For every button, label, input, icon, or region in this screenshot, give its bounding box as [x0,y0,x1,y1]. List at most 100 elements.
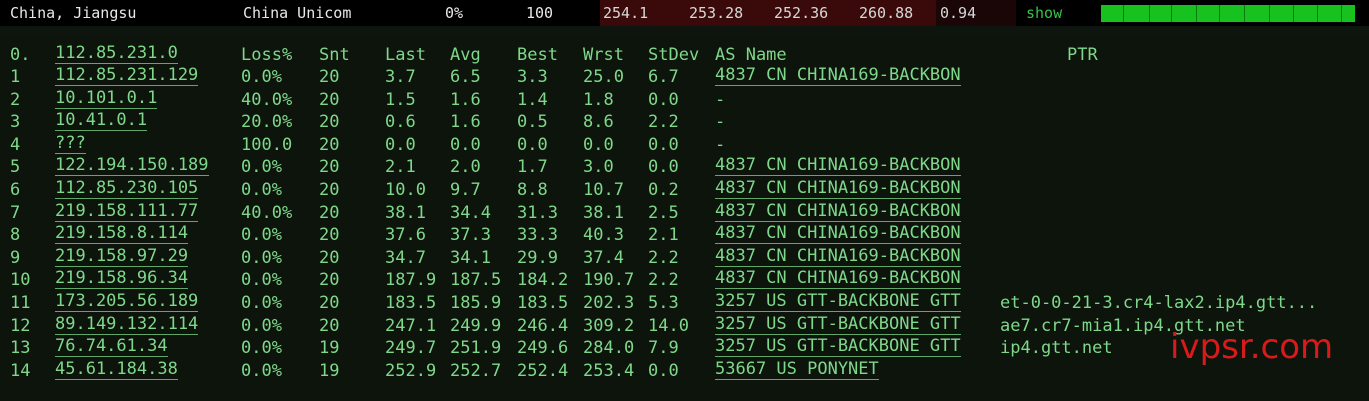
hop-as-link[interactable]: 4837 CN CHINA169-BACKBON [715,201,961,222]
hop-ip-link[interactable]: 219.158.97.29 [55,246,189,267]
hop-stdev: 5.3 [648,293,679,313]
hop-ptr: et-0-0-21-3.cr4-lax2.ip4.gtt... [1000,293,1318,313]
hop-ip-link[interactable]: 112.85.230.105 [55,179,199,199]
hop-number: 1 [10,67,21,87]
hop-sent: 20 [319,157,340,178]
hop-ip-link[interactable]: 89.149.132.114 [55,314,199,335]
header-last: Last [385,45,426,65]
hop-ptr: ip4.gtt.net [1000,338,1113,359]
hop-as-link: - [715,112,726,133]
hop-number: 10 [10,270,31,291]
hop-best: 246.4 [517,315,569,336]
hop-row: 14 45.61.184.38 0.0% 19 252.9 252.7 252.4 253.4… [0,359,1369,382]
hop-stdev: 0.0 [648,157,679,178]
hop-avg: 1.6 [450,112,481,133]
header-loss: Loss% [241,45,293,65]
hop-sent: 20 [319,202,340,223]
hop-as-link[interactable]: 4837 CN CHINA169-BACKBON [715,224,961,245]
hop-ip-link[interactable]: 10.41.0.1 [55,111,148,132]
hop-best: 33.3 [517,225,558,246]
hop-row: 5 122.194.150.189 0.0% 20 2.1 2.0 1.7 3.0 0.0 483… [0,156,1369,178]
hop-as-link[interactable]: 53667 US PONYNET [715,359,879,380]
hop-avg: 1.6 [450,89,481,110]
hop-stdev: 0.0 [648,89,679,110]
location-label: China, Jiangsu [10,4,137,22]
hop-last: 252.9 [385,360,437,381]
hop-as-link[interactable]: 4837 CN CHINA169-BACKBON [715,179,961,199]
hop-ip-link[interactable]: 10.101.0.1 [55,88,158,109]
hop-number: 6 [10,180,21,200]
hop-avg: 251.9 [450,338,502,359]
hop-best: 252.4 [517,360,569,381]
summary-worst: 260.88 [859,4,914,22]
header-ptr: PTR [1067,45,1098,65]
hop-ip-link[interactable]: 173.205.56.189 [55,292,199,312]
hop-worst: 202.3 [583,293,635,313]
hop-loss: 40.0% [241,202,293,223]
hop-last: 249.7 [385,338,437,359]
header-hop: 0. [10,45,31,65]
hop-avg: 34.1 [450,247,491,268]
summary-stdev: 0.94 [940,4,977,22]
watermark-logo: ivpsr.com [1170,327,1334,367]
hop-sent: 20 [319,89,340,110]
hop-loss: 40.0% [241,89,293,110]
header-ip[interactable]: 112.85.231.0 [55,44,178,64]
hop-avg: 185.9 [450,293,502,313]
hop-best: 8.8 [517,180,548,200]
summary-bar: China, Jiangsu China Unicom 0% 100 254.1… [0,0,1369,26]
hop-ip-link[interactable]: 219.158.96.34 [55,269,189,290]
hop-row: 10 219.158.96.34 0.0% 20 187.9 187.5 184.2 190.… [0,269,1369,291]
hop-last: 3.7 [385,67,416,87]
hop-as-link[interactable]: 4837 CN CHINA169-BACKBON [715,269,961,290]
hop-stdev: 2.5 [648,202,679,223]
hop-ip-link[interactable]: 45.61.184.38 [55,359,178,380]
hop-worst: 10.7 [583,180,624,200]
hop-stdev: 2.2 [648,247,679,268]
hop-sent: 20 [319,247,340,268]
hop-ip-link[interactable]: 219.158.8.114 [55,224,189,245]
hop-as-link[interactable]: 4837 CN CHINA169-BACKBON [715,156,961,177]
hop-worst: 37.4 [583,247,624,268]
hop-loss: 0.0% [241,315,282,336]
hop-avg: 6.5 [450,67,481,87]
hop-as-link[interactable]: 3257 US GTT-BACKBONE GTT [715,337,961,358]
hop-last: 183.5 [385,293,437,313]
summary-loss: 0% [445,4,464,22]
hop-stdev: 7.9 [648,338,679,359]
hop-as-link[interactable]: 3257 US GTT-BACKBONE GTT [715,314,961,335]
hop-last: 1.5 [385,89,416,110]
hop-loss: 0.0% [241,180,282,200]
hop-best: 1.7 [517,157,548,178]
hop-ip-link[interactable]: 122.194.150.189 [55,156,209,177]
hop-worst: 1.8 [583,89,614,110]
hop-last: 187.9 [385,270,437,291]
hop-number: 9 [10,247,21,268]
hop-ip-link[interactable]: ??? [55,133,86,154]
hop-as-link[interactable]: 4837 CN CHINA169-BACKBON [715,246,961,267]
hop-sent: 20 [319,270,340,291]
show-link[interactable]: show [1026,3,1062,23]
hop-last: 37.6 [385,225,426,246]
hop-row: 4??? 100.0 20 0.0 0.0 0.0 0.0 0.0 - [0,133,1369,156]
hop-loss: 0.0% [241,67,282,87]
hop-number: 2 [10,89,21,110]
hop-row: 11 173.205.56.189 0.0% 20 183.5 185.9 183.5 202… [0,292,1369,314]
hop-best: 0.5 [517,112,548,133]
hop-stdev: 0.2 [648,180,679,200]
hop-last: 0.0 [385,134,416,155]
hop-avg: 9.7 [450,180,481,200]
hop-best: 31.3 [517,202,558,223]
hop-ip-link[interactable]: 76.74.61.34 [55,337,168,358]
hop-worst: 8.6 [583,112,614,133]
hop-sent: 20 [319,112,340,133]
hop-as-link[interactable]: 4837 CN CHINA169-BACKBON [715,66,961,86]
hop-ip-link[interactable]: 219.158.111.77 [55,201,199,222]
hop-ip-link[interactable]: 112.85.231.129 [55,66,199,86]
hop-last: 38.1 [385,202,426,223]
hop-worst: 3.0 [583,157,614,178]
summary-last: 254.1 [603,4,649,22]
hop-as-link[interactable]: 3257 US GTT-BACKBONE GTT [715,292,961,312]
hop-worst: 0.0 [583,134,614,155]
latency-bar [1101,5,1355,22]
